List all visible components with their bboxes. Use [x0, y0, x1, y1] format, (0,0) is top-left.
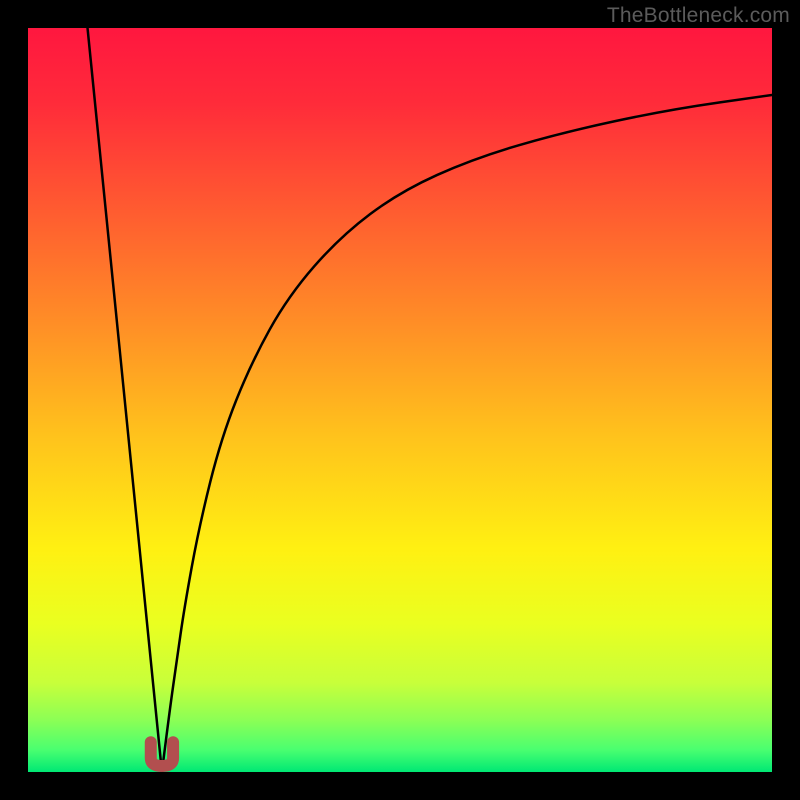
watermark-label: TheBottleneck.com — [607, 4, 790, 28]
left-branch-curve — [88, 28, 162, 772]
minimum-marker — [151, 742, 173, 766]
chart-curves — [28, 28, 772, 772]
chart-frame: TheBottleneck.com — [0, 0, 800, 800]
right-branch-curve — [162, 95, 772, 772]
plot-area — [28, 28, 772, 772]
